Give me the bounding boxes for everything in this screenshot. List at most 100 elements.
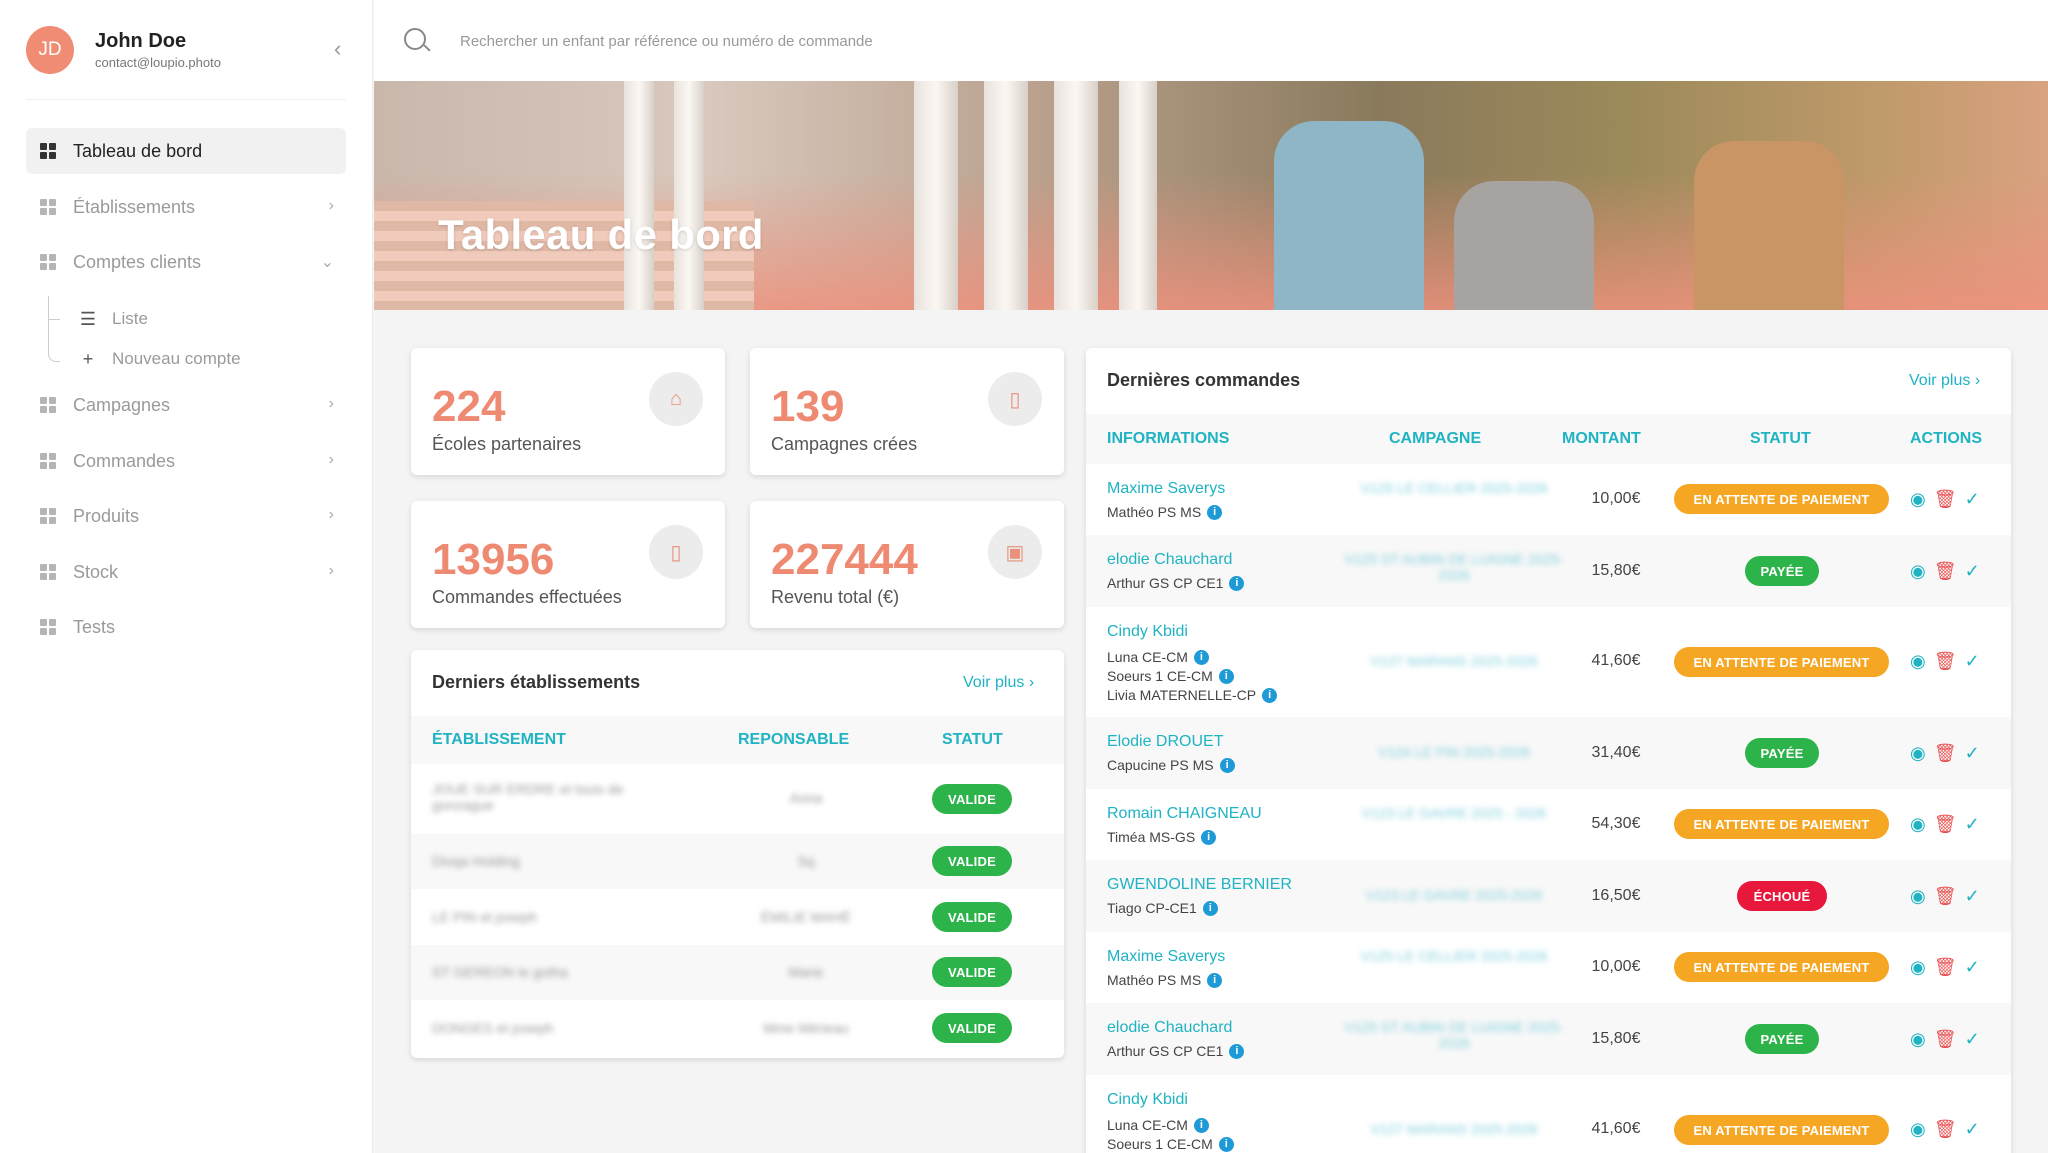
- search-icon[interactable]: [404, 28, 426, 50]
- sidebar-item-comptes-clients[interactable]: Comptes clients ⌄: [26, 239, 346, 285]
- eye-icon[interactable]: ◉: [1910, 652, 1926, 670]
- trash-icon[interactable]: 🗑: [1934, 958, 1957, 976]
- table-row[interactable]: Maxime Saverys Mathéo PS MS i V125 LE CEL…: [1086, 464, 2011, 535]
- eye-icon[interactable]: ◉: [1910, 1120, 1926, 1138]
- status-badge: EN ATTENTE DE PAIEMENT: [1674, 809, 1889, 839]
- eye-icon[interactable]: ◉: [1910, 958, 1926, 976]
- info-icon[interactable]: i: [1218, 1136, 1234, 1152]
- table-row[interactable]: Cindy Kbidi Luna CE-CM i Soeurs 1 CE-CM i …: [1086, 607, 2011, 717]
- info-icon[interactable]: i: [1202, 900, 1218, 916]
- check-icon[interactable]: ✓: [1965, 958, 1980, 976]
- info-icon[interactable]: i: [1229, 1043, 1245, 1059]
- table-row[interactable]: elodie Chauchard Arthur GS CP CE1 i V125 …: [1086, 535, 2011, 607]
- customer-name[interactable]: Maxime Saverys: [1107, 480, 1225, 498]
- divider: [26, 99, 346, 100]
- table-row[interactable]: LE PIN et joseph ÉMILIE MAHÉ VALIDE: [411, 889, 1064, 945]
- check-icon[interactable]: ✓: [1965, 1120, 1980, 1138]
- sidebar-subitem-nouveau-compte[interactable]: + Nouveau compte: [78, 346, 241, 372]
- link-label: Voir plus: [1909, 372, 1971, 389]
- sidebar-item-produits[interactable]: Produits ›: [26, 493, 346, 539]
- customer-name[interactable]: Maxime Saverys: [1107, 948, 1225, 966]
- voir-plus-link[interactable]: Voir plus ›: [1909, 372, 1980, 390]
- trash-icon[interactable]: 🗑: [1934, 887, 1957, 905]
- trash-icon[interactable]: 🗑: [1934, 562, 1957, 580]
- table-row[interactable]: JOUE SUR ERDRE et louis de gonzague Anna…: [411, 764, 1064, 834]
- customer-name[interactable]: Cindy Kbidi: [1107, 623, 1188, 641]
- table-row[interactable]: elodie Chauchard Arthur GS CP CE1 i V125 …: [1086, 1003, 2011, 1075]
- check-icon[interactable]: ✓: [1965, 887, 1980, 905]
- table-row[interactable]: ST GEREON le gotha Marie VALIDE: [411, 945, 1064, 1000]
- user-email: contact@loupio.photo: [95, 55, 221, 70]
- row-actions: ◉ 🗑 ✓: [1910, 1120, 1980, 1138]
- grid-icon: [40, 564, 56, 580]
- search-input[interactable]: [460, 26, 1360, 56]
- sidebar-item-stock[interactable]: Stock ›: [26, 549, 346, 595]
- table-row[interactable]: Cindy Kbidi Luna CE-CM i Soeurs 1 CE-CM i …: [1086, 1075, 2011, 1153]
- eye-icon[interactable]: ◉: [1910, 887, 1926, 905]
- info-icon[interactable]: i: [1262, 687, 1278, 703]
- user-profile[interactable]: JD John Doe contact@loupio.photo: [26, 26, 346, 78]
- trash-icon[interactable]: 🗑: [1934, 490, 1957, 508]
- sidebar-item-tests[interactable]: Tests: [26, 604, 346, 650]
- trash-icon[interactable]: 🗑: [1934, 1030, 1957, 1048]
- customer-name[interactable]: Cindy Kbidi: [1107, 1091, 1188, 1109]
- trash-icon[interactable]: 🗑: [1934, 1120, 1957, 1138]
- table-row[interactable]: DONGES et joseph Mme Mérieau VALIDE: [411, 1000, 1064, 1056]
- sidebar-item-campagnes[interactable]: Campagnes ›: [26, 382, 346, 428]
- child-name: Arthur GS CP CE1: [1107, 575, 1224, 591]
- child-entry: Capucine PS MS i: [1107, 757, 1235, 773]
- eye-icon[interactable]: ◉: [1910, 490, 1926, 508]
- trash-icon[interactable]: 🗑: [1934, 815, 1957, 833]
- info-icon[interactable]: i: [1219, 757, 1235, 773]
- table-row[interactable]: Dioqa Holding Sq VALIDE: [411, 834, 1064, 889]
- child-name: Luna CE-CM: [1107, 1117, 1188, 1133]
- row-actions: ◉ 🗑 ✓: [1910, 815, 1980, 833]
- info-icon[interactable]: i: [1201, 829, 1217, 845]
- check-icon[interactable]: ✓: [1965, 652, 1980, 670]
- sidebar-item-tableau-de-bord[interactable]: Tableau de bord: [26, 128, 346, 174]
- info-icon[interactable]: i: [1207, 504, 1223, 520]
- eye-icon[interactable]: ◉: [1910, 562, 1926, 580]
- order-amount: 15,80€: [1591, 1030, 1641, 1047]
- eye-icon[interactable]: ◉: [1910, 815, 1926, 833]
- check-icon[interactable]: ✓: [1965, 562, 1980, 580]
- info-icon[interactable]: i: [1193, 649, 1209, 665]
- customer-name[interactable]: Elodie DROUET: [1107, 733, 1223, 751]
- table-row[interactable]: Elodie DROUET Capucine PS MS i V124 LE PI…: [1086, 717, 2011, 789]
- trash-icon[interactable]: 🗑: [1934, 652, 1957, 670]
- customer-name[interactable]: GWENDOLINE BERNIER: [1107, 876, 1292, 894]
- voir-plus-link[interactable]: Voir plus ›: [963, 674, 1034, 692]
- establishment-name: JOUE SUR ERDRE et louis de gonzague: [432, 781, 624, 813]
- check-icon[interactable]: ✓: [1965, 815, 1980, 833]
- child-name: Soeurs 1 CE-CM: [1107, 668, 1213, 684]
- customer-name[interactable]: elodie Chauchard: [1107, 1019, 1232, 1037]
- customer-name[interactable]: elodie Chauchard: [1107, 551, 1232, 569]
- sidebar-subitem-liste[interactable]: ☰ Liste: [78, 306, 148, 332]
- trash-icon[interactable]: 🗑: [1934, 744, 1957, 762]
- check-icon[interactable]: ✓: [1965, 1030, 1980, 1048]
- order-amount: 41,60€: [1591, 652, 1641, 669]
- sidebar-item-label: Comptes clients: [73, 251, 202, 272]
- table-row[interactable]: Romain CHAIGNEAU Timéa MS-GS i V123 LE GA…: [1086, 789, 2011, 860]
- child-entry: Luna CE-CM i: [1107, 1117, 1209, 1133]
- table-row[interactable]: GWENDOLINE BERNIER Tiago CP-CE1 i V123 LE…: [1086, 860, 2011, 932]
- check-icon[interactable]: ✓: [1965, 490, 1980, 508]
- check-icon[interactable]: ✓: [1965, 744, 1980, 762]
- hero-banner: Tableau de bord: [374, 81, 2048, 310]
- info-icon[interactable]: i: [1229, 575, 1245, 591]
- info-icon[interactable]: i: [1193, 1117, 1209, 1133]
- sidebar-item-commandes[interactable]: Commandes ›: [26, 438, 346, 484]
- status-badge: EN ATTENTE DE PAIEMENT: [1674, 647, 1889, 677]
- sidebar-item-label: Établissements: [73, 196, 196, 217]
- banner-column: [1119, 81, 1157, 310]
- child-entry: Mathéo PS MS i: [1107, 504, 1223, 520]
- info-icon[interactable]: i: [1218, 668, 1234, 684]
- sidebar-item-etablissements[interactable]: Établissements ›: [26, 184, 346, 230]
- eye-icon[interactable]: ◉: [1910, 744, 1926, 762]
- info-icon[interactable]: i: [1207, 972, 1223, 988]
- eye-icon[interactable]: ◉: [1910, 1030, 1926, 1048]
- table-row[interactable]: Maxime Saverys Mathéo PS MS i V125 LE CEL…: [1086, 932, 2011, 1003]
- chevron-left-icon[interactable]: ‹: [334, 38, 348, 60]
- stat-card-ecoles: 224 Écoles partenaires ⌂: [411, 348, 725, 475]
- customer-name[interactable]: Romain CHAIGNEAU: [1107, 805, 1262, 823]
